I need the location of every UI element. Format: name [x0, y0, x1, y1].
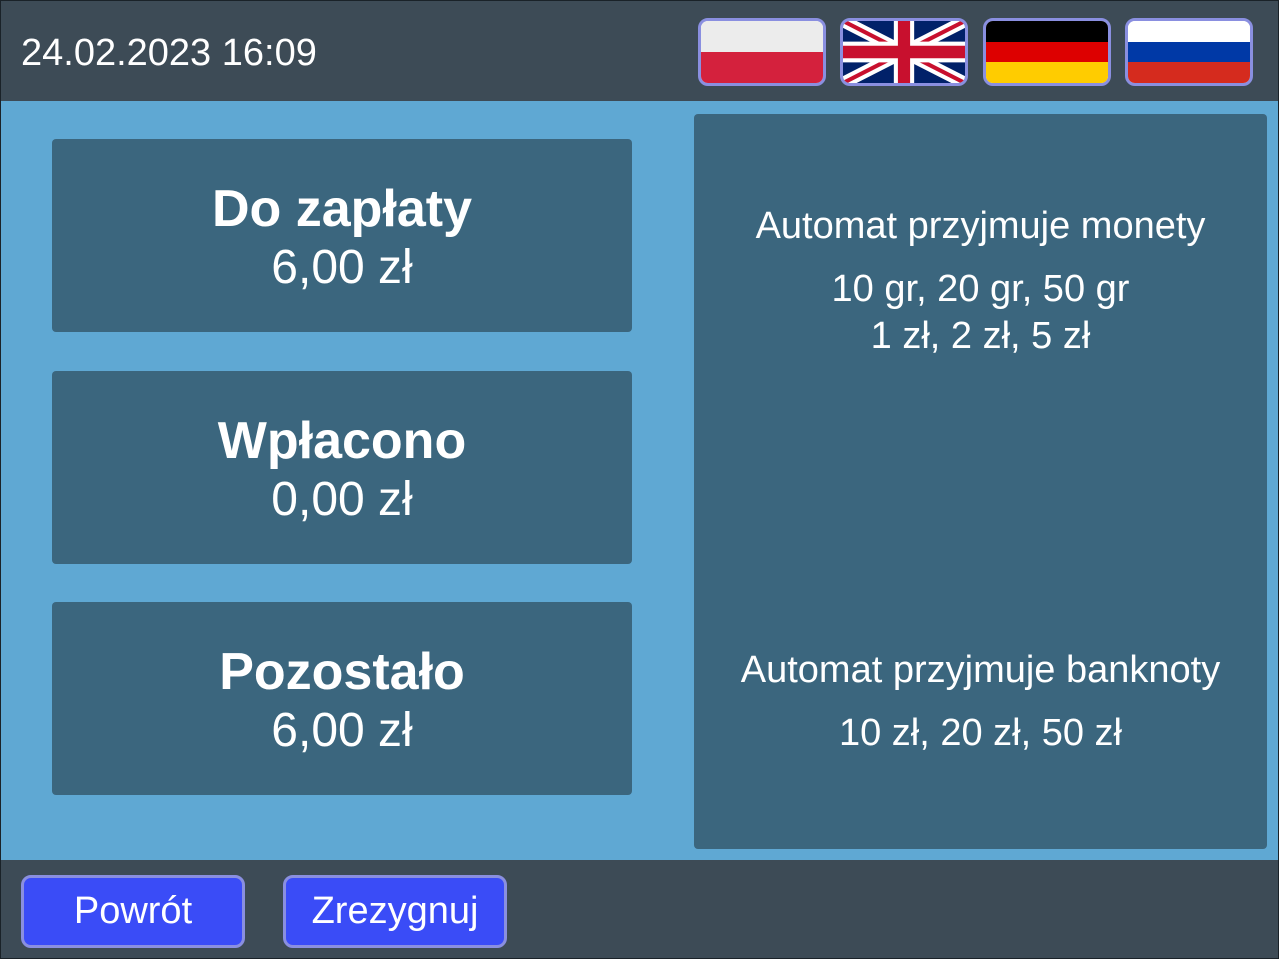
coins-line-1: 10 gr, 20 gr, 50 gr: [831, 268, 1130, 310]
flag-de-icon[interactable]: [983, 18, 1111, 86]
amount-remaining-card: Pozostało 6,00 zł: [52, 602, 632, 795]
amount-due-card: Do zapłaty 6,00 zł: [52, 139, 632, 332]
amount-paid-card: Wpłacono 0,00 zł: [52, 371, 632, 564]
flag-gb-icon[interactable]: [840, 18, 968, 86]
datetime-display: 24.02.2023 16:09: [21, 32, 317, 74]
coins-line-2: 1 zł, 2 zł, 5 zł: [870, 315, 1091, 357]
coins-title: Automat przyjmuje monety: [755, 205, 1206, 247]
main-panel: Do zapłaty 6,00 zł Wpłacono 0,00 zł Pozo…: [1, 101, 1278, 860]
flag-pl-icon[interactable]: [698, 18, 826, 86]
amount-due-label: Do zapłaty: [211, 180, 473, 238]
amount-paid-value: 0,00 zł: [271, 473, 413, 526]
back-button[interactable]: Powrót: [21, 875, 245, 948]
banknotes-title: Automat przyjmuje banknoty: [740, 649, 1221, 691]
cancel-button[interactable]: Zrezygnuj: [283, 875, 507, 948]
header-bar: 24.02.2023 16:09: [1, 1, 1278, 101]
accepted-payments-panel: Automat przyjmuje monety 10 gr, 20 gr, 5…: [694, 114, 1267, 849]
amount-paid-label: Wpłacono: [217, 412, 467, 470]
footer-bar: Powrót Zrezygnuj: [1, 860, 1278, 958]
amount-remaining-label: Pozostało: [219, 643, 465, 701]
flag-ru-icon[interactable]: [1125, 18, 1253, 86]
amount-remaining-value: 6,00 zł: [271, 704, 413, 757]
amount-due-value: 6,00 zł: [271, 241, 413, 294]
banknotes-line-1: 10 zł, 20 zł, 50 zł: [838, 712, 1123, 754]
